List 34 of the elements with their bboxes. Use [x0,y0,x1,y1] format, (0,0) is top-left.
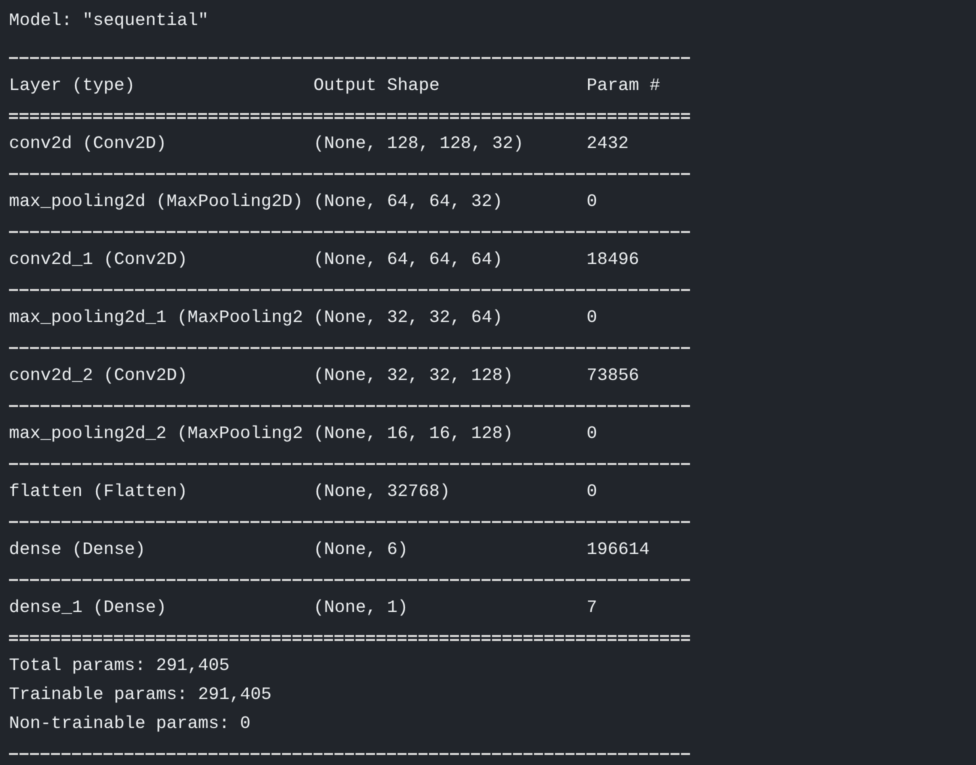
model-name-line: Model: "sequential" [9,10,210,33]
output-dims-text: (None, 64, 64, 64) [314,249,504,272]
param-count: 2432 [586,133,630,156]
output-dims-text: (None, 32, 32, 128) [314,365,514,388]
param-count: 0 [586,191,598,214]
layer-name: conv2d_2 (Conv2D) [9,365,189,388]
param-count: 0 [586,423,598,446]
layer-name: max_pooling2d_1 (MaxPooling2 [9,307,304,330]
output-dims-text: (None, 32768) [314,481,452,504]
params-summary-line: Total params: 291,405 [9,655,231,678]
layer-name: conv2d (Conv2D) [9,133,168,156]
layer-name: flatten (Flatten) [9,481,189,504]
param-count: 7 [586,597,598,620]
param-count: 73856 [586,365,640,388]
output-dims-text: (None, 64, 64, 32) [314,191,504,214]
output-dims-text: (None, 6) [314,539,410,562]
column-header: Param # [586,75,662,98]
output-dims-text: (None, 16, 16, 128) [314,423,514,446]
params-summary-line: Non-trainable params: 0 [9,713,252,736]
layer-name: dense_1 (Dense) [9,597,168,620]
param-count: 0 [586,481,598,504]
param-count: 196614 [586,539,651,562]
output-dims-text: (None, 1) [314,597,410,620]
layer-name: dense (Dense) [9,539,147,562]
layer-name: max_pooling2d (MaxPooling2D) [9,191,304,214]
output-dims-text: (None, 32, 32, 64) [314,307,504,330]
column-header: Layer (type) [9,75,136,98]
layer-name: max_pooling2d_2 (MaxPooling2 [9,423,304,446]
layer-name: conv2d_1 (Conv2D) [9,249,189,272]
output-dims-text: (None, 128, 128, 32) [314,133,525,156]
param-count: 18496 [586,249,640,272]
column-header: Output Shape [314,75,441,98]
param-count: 0 [586,307,598,330]
params-summary-line: Trainable params: 291,405 [9,684,273,707]
